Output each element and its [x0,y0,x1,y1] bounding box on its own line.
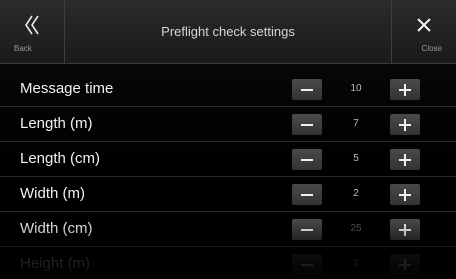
preflight-settings-screen: Back Preflight check settings Close Mess… [0,0,456,279]
setting-row-width-cm: Width (cm) 25 [0,212,456,247]
double-chevron-left-icon [0,14,64,36]
minus-icon [301,159,313,161]
setting-value: 25 [350,223,362,234]
increase-button[interactable] [390,184,420,205]
close-label: Close [421,44,442,53]
decrease-button[interactable] [292,149,322,170]
decrease-button[interactable] [292,184,322,205]
minus-icon [301,264,313,266]
page-title: Preflight check settings [161,24,295,39]
minus-icon [301,89,313,91]
decrease-button[interactable] [292,79,322,100]
setting-label: Width (cm) [20,220,93,237]
increase-button[interactable] [390,149,420,170]
setting-label: Width (m) [20,185,85,202]
setting-value: 7 [353,118,359,129]
setting-value: 2 [353,188,359,199]
decrease-button[interactable] [292,114,322,135]
setting-label: Height (m) [20,255,91,272]
close-icon [392,14,456,36]
settings-list[interactable]: Message time 10 Length (m) 7 Length (cm) [0,64,456,279]
setting-row-width-m: Width (m) 2 [0,177,456,212]
setting-value: 10 [350,83,362,94]
decrease-button[interactable] [292,254,322,275]
setting-row-message-time: Message time 10 [0,72,456,107]
decrease-button[interactable] [292,219,322,240]
close-button[interactable]: Close [391,0,456,63]
minus-icon [301,124,313,126]
minus-icon [301,229,313,231]
increase-button[interactable] [390,219,420,240]
setting-label: Length (cm) [20,150,101,167]
setting-value: 5 [353,153,359,164]
back-label: Back [14,44,32,53]
setting-label: Message time [20,80,114,97]
minus-icon [301,194,313,196]
setting-row-length-cm: Length (cm) 5 [0,142,456,177]
increase-button[interactable] [390,79,420,100]
setting-value: 2 [353,258,359,269]
increase-button[interactable] [390,254,420,275]
setting-label: Length (m) [20,115,93,132]
increase-button[interactable] [390,114,420,135]
header-bar: Back Preflight check settings Close [0,0,456,64]
setting-row-height-m: Height (m) 2 [0,247,456,279]
setting-row-length-m: Length (m) 7 [0,107,456,142]
back-button[interactable]: Back [0,0,65,63]
